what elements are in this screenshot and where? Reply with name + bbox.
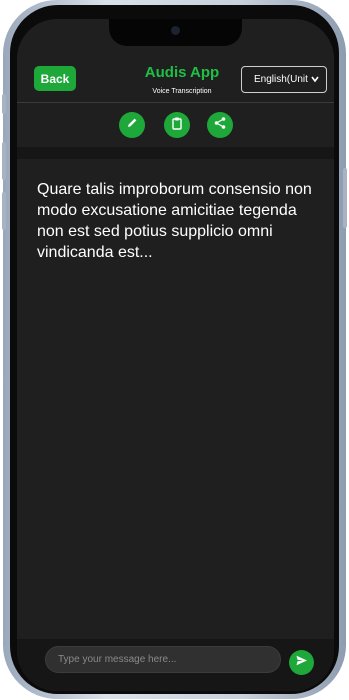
toolbar-divider	[17, 147, 334, 159]
language-select-value: English(Unit	[254, 74, 308, 85]
phone-volume-up-button	[2, 142, 6, 180]
copy-button[interactable]	[164, 112, 190, 138]
front-camera	[171, 26, 180, 35]
send-button[interactable]	[289, 650, 314, 675]
clipboard-icon	[170, 116, 184, 135]
share-button[interactable]	[207, 112, 233, 138]
phone-side-button	[2, 94, 6, 114]
back-button[interactable]: Back	[34, 66, 76, 91]
phone-notch	[109, 19, 242, 46]
pencil-icon	[125, 116, 139, 135]
message-composer: Type your message here...	[17, 639, 334, 691]
app-header: Back Audis App Voice Transcription Engli…	[17, 46, 334, 103]
message-input[interactable]: Type your message here...	[45, 646, 281, 673]
chevron-down-icon	[310, 74, 320, 87]
phone-volume-down-button	[2, 192, 6, 230]
transcription-text: Quare talis improborum consensio non mod…	[37, 181, 312, 261]
phone-power-button	[343, 168, 347, 228]
app-title: Audis App	[144, 64, 220, 81]
send-icon	[295, 654, 308, 672]
action-toolbar	[17, 103, 334, 147]
app-screen: Back Audis App Voice Transcription Engli…	[17, 19, 334, 691]
app-subtitle: Voice Transcription	[152, 88, 212, 95]
share-icon	[213, 116, 227, 135]
language-select[interactable]: English(Unit	[241, 66, 327, 93]
edit-button[interactable]	[119, 112, 145, 138]
